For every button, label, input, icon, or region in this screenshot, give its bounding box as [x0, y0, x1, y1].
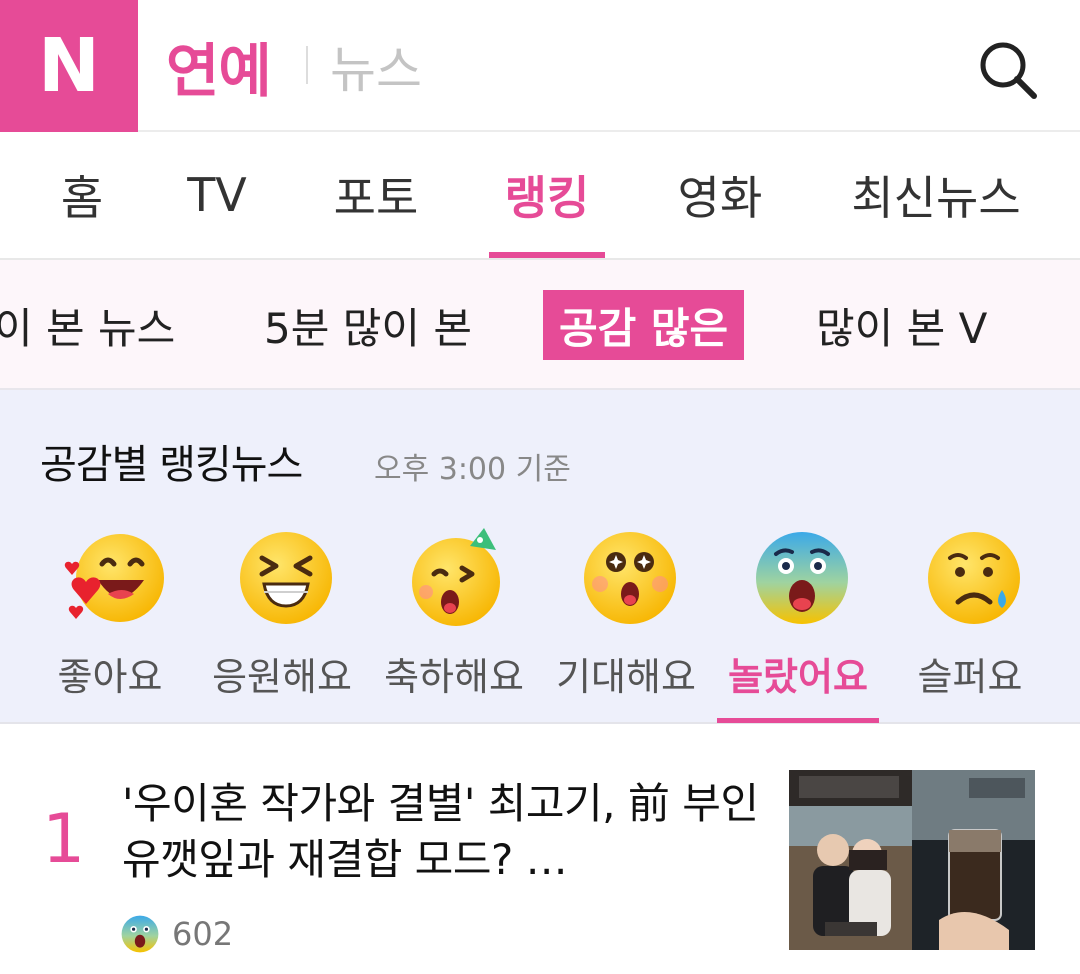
article-headline[interactable]: '우이혼 작가와 결별' 최고기, 前 부인 유깻잎과 재결합 모드? …	[122, 776, 762, 888]
subtab-most-viewed-video[interactable]: 많이 본 V	[816, 290, 987, 360]
reaction-label: 좋아요	[57, 655, 163, 699]
reaction-label: 응원해요	[212, 655, 352, 699]
active-tab-indicator	[489, 252, 605, 258]
section-title[interactable]: 연예	[166, 24, 272, 108]
reaction-label: 슬퍼요	[917, 655, 1023, 699]
cheer-emoji-icon	[240, 532, 332, 624]
reaction-count: 602	[120, 914, 233, 954]
ranking-sub-nav: 이 본 뉴스 5분 많이 본 공감 많은 많이 본 V	[0, 260, 1080, 390]
tab-home[interactable]: 홈	[40, 132, 124, 258]
reaction-label: 기대해요	[556, 655, 696, 699]
active-reaction-indicator	[717, 718, 879, 723]
ranking-timestamp: 오후 3:00 기준	[374, 452, 571, 487]
naver-logo[interactable]: N	[0, 0, 138, 132]
surprised-emoji-icon	[121, 915, 159, 953]
reaction-expect[interactable]: 기대해요	[546, 528, 706, 724]
tab-photo[interactable]: 포토	[318, 132, 434, 258]
reaction-surprised[interactable]: 놀랐어요	[718, 528, 878, 724]
tab-movie[interactable]: 영화	[662, 132, 778, 258]
expect-emoji-icon	[584, 532, 676, 624]
subtab-5min-most-viewed[interactable]: 5분 많이 본	[264, 290, 472, 360]
reaction-ranking-panel: 공감별 랭킹뉴스 오후 3:00 기준 좋아요 응원해요 축하해요 기대해요 놀…	[0, 390, 1080, 724]
congrats-emoji-icon	[412, 528, 500, 626]
panel-title: 공감별 랭킹뉴스	[40, 442, 303, 488]
header: N 연예 뉴스	[0, 0, 1080, 132]
reaction-label: 놀랐어요	[728, 655, 868, 699]
sad-emoji-icon	[928, 532, 1020, 624]
subtab-most-reacted[interactable]: 공감 많은	[543, 290, 745, 360]
tab-ranking[interactable]: 랭킹	[489, 132, 605, 258]
reaction-sad[interactable]: 슬퍼요	[890, 528, 1050, 724]
article-thumbnail[interactable]	[789, 770, 1035, 950]
logo-letter: N	[38, 23, 100, 109]
surprised-emoji-icon	[756, 532, 848, 624]
tab-latest-news[interactable]: 최신뉴스	[836, 132, 1036, 258]
article-rank: 1	[42, 800, 86, 879]
thumbnail-image	[789, 770, 1035, 950]
reaction-label: 축하해요	[384, 655, 524, 699]
search-icon	[980, 42, 1037, 99]
reaction-cheer[interactable]: 응원해요	[202, 528, 362, 724]
reaction-love[interactable]: 좋아요	[30, 528, 190, 724]
love-emoji-icon	[64, 534, 164, 622]
search-button[interactable]	[976, 38, 1040, 102]
subtab-most-viewed-news[interactable]: 이 본 뉴스	[0, 290, 175, 360]
main-nav: 홈 TV 포토 랭킹 영화 최신뉴스	[0, 132, 1080, 260]
section-subtitle[interactable]: 뉴스	[330, 30, 422, 102]
title-divider	[306, 46, 308, 84]
reaction-count-value: 602	[172, 915, 234, 953]
reaction-congrats[interactable]: 축하해요	[374, 528, 534, 724]
tab-tv[interactable]: TV	[172, 132, 262, 258]
ranking-article-item[interactable]: 1 '우이혼 작가와 결별' 최고기, 前 부인 유깻잎과 재결합 모드? … …	[0, 724, 1080, 974]
